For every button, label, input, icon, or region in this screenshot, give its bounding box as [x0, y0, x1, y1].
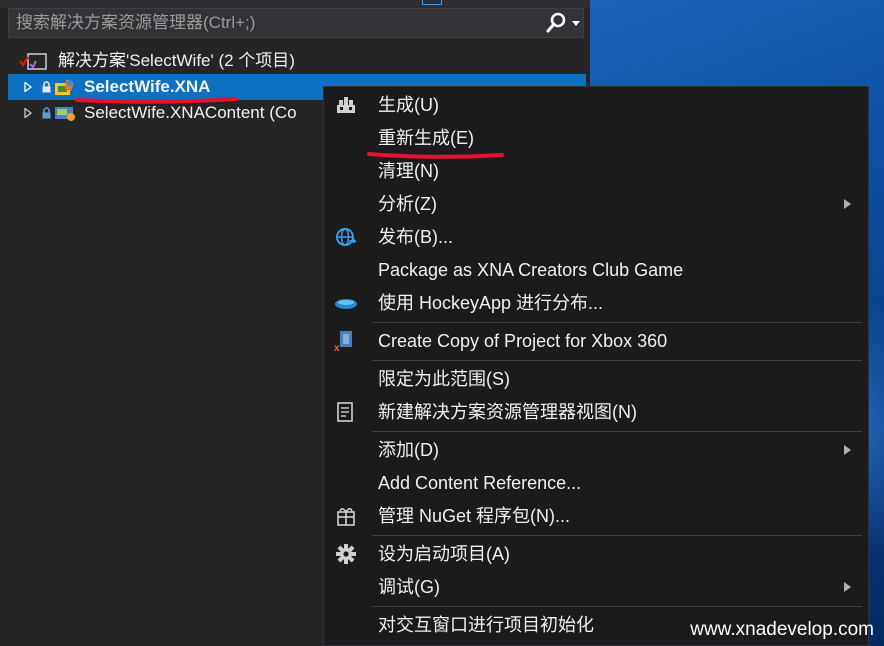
nuget-package-icon	[337, 508, 355, 526]
menu-item-label: 清理(N)	[378, 161, 439, 181]
xna-project-icon	[55, 79, 74, 95]
submenu-arrow-icon	[844, 445, 851, 455]
solution-icon	[19, 53, 47, 70]
menu-item-analyze[interactable]: 分析(Z)	[324, 188, 868, 220]
xbox-copy-icon: x	[334, 331, 352, 352]
submenu-arrow-icon	[844, 199, 851, 209]
menu-separator	[372, 322, 862, 323]
gear-icon	[336, 544, 356, 564]
watermark-text: www.xnadevelop.com	[690, 619, 874, 640]
expand-arrow-icon[interactable]	[24, 82, 32, 92]
menu-item-label: 使用 HockeyApp 进行分布...	[378, 293, 604, 313]
tree-item-solution[interactable]: 解决方案'SelectWife' (2 个项目)	[8, 48, 586, 74]
menu-item-label: 发布(B)...	[378, 227, 453, 247]
menu-separator	[372, 535, 862, 536]
menu-item-label: 分析(Z)	[378, 194, 437, 214]
menu-separator	[372, 431, 862, 432]
menu-item-label: 管理 NuGet 程序包(N)...	[378, 506, 571, 526]
menu-item-label: 设为启动项目(A)	[378, 544, 510, 564]
menu-item-add[interactable]: 添加(D)	[324, 434, 868, 466]
menu-item-label: 对交互窗口进行项目初始化	[378, 615, 594, 635]
menu-item-hockeyapp[interactable]: 使用 HockeyApp 进行分布...	[324, 287, 868, 319]
menu-item-label: Create Copy of Project for Xbox 360	[378, 331, 668, 351]
menu-item-label: Add Content Reference...	[378, 473, 582, 493]
context-menu: 生成(U) 重新生成(E) 清理(N) 分析(Z) 发布(B)... Packa…	[323, 86, 869, 646]
menu-item-label: 调试(G)	[378, 577, 440, 597]
menu-item-label: 添加(D)	[378, 440, 439, 460]
search-box	[8, 8, 584, 38]
menu-separator	[372, 606, 862, 607]
menu-item-add-content-reference[interactable]: Add Content Reference...	[324, 467, 868, 499]
search-icon[interactable]	[545, 12, 567, 34]
toolbar-tab-indicator	[422, 0, 442, 5]
menu-item-set-startup[interactable]: 设为启动项目(A)	[324, 538, 868, 570]
menu-item-copy-xbox[interactable]: x Create Copy of Project for Xbox 360	[324, 325, 868, 357]
menu-item-build[interactable]: 生成(U)	[324, 89, 868, 121]
menu-item-new-view[interactable]: 新建解决方案资源管理器视图(N)	[324, 396, 868, 428]
menu-item-label: 限定为此范围(S)	[378, 369, 510, 389]
build-icon	[337, 97, 355, 113]
globe-icon	[336, 228, 357, 246]
submenu-arrow-icon	[844, 582, 851, 592]
menu-item-publish[interactable]: 发布(B)...	[324, 221, 868, 253]
chevron-down-icon[interactable]	[571, 19, 581, 27]
menu-item-package-xna[interactable]: Package as XNA Creators Club Game	[324, 254, 868, 286]
menu-item-label: 生成(U)	[378, 95, 439, 115]
hockeyapp-icon	[335, 299, 357, 309]
lock-icon	[42, 107, 51, 119]
search-input[interactable]	[9, 9, 536, 37]
menu-item-nuget[interactable]: 管理 NuGet 程序包(N)...	[324, 500, 868, 532]
expand-arrow-icon[interactable]	[24, 108, 32, 118]
lock-icon	[42, 81, 51, 93]
svg-text:x: x	[334, 343, 340, 352]
menu-item-debug[interactable]: 调试(G)	[324, 571, 868, 603]
menu-separator	[372, 360, 862, 361]
new-view-icon	[337, 402, 353, 422]
content-project-icon	[55, 107, 75, 121]
menu-item-clean[interactable]: 清理(N)	[324, 155, 868, 187]
menu-item-scope[interactable]: 限定为此范围(S)	[324, 363, 868, 395]
tree-item-label: SelectWife.XNAContent (Co	[84, 103, 297, 122]
menu-item-label: 新建解决方案资源管理器视图(N)	[378, 402, 637, 422]
tree-item-label: 解决方案'SelectWife' (2 个项目)	[58, 51, 295, 70]
panel-toolbar-strip	[0, 0, 590, 8]
menu-item-label: Package as XNA Creators Club Game	[378, 260, 684, 280]
